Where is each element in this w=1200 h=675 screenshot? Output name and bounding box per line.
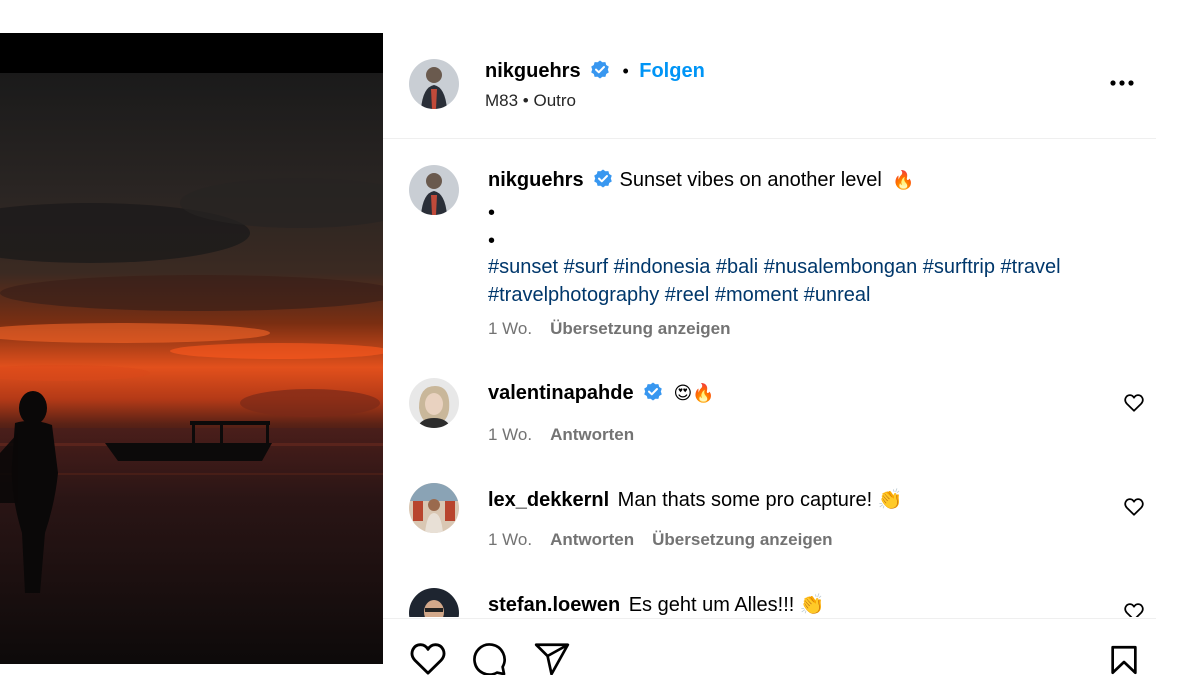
fire-emoji: 🔥 bbox=[892, 170, 915, 190]
more-options-icon[interactable] bbox=[1109, 79, 1135, 87]
comment-meta: 1 Wo. Antworten Übersetzung anzeigen bbox=[488, 530, 833, 550]
translate-link[interactable]: Übersetzung anzeigen bbox=[550, 319, 730, 338]
caption-username[interactable]: nikguehrs bbox=[488, 169, 584, 191]
comment-text: 😍🔥 bbox=[673, 383, 715, 403]
hashtag-line[interactable]: #sunset #surf #indonesia #bali #nusalemb… bbox=[488, 253, 1061, 281]
comment-icon[interactable] bbox=[470, 640, 508, 675]
hashtag-line[interactable]: #travelphotography #reel #moment #unreal bbox=[488, 281, 1061, 309]
commenter-avatar[interactable] bbox=[409, 483, 459, 533]
heart-icon[interactable] bbox=[1123, 392, 1145, 414]
reply-link[interactable]: Antworten bbox=[550, 530, 634, 549]
audio-track[interactable]: M83 • Outro bbox=[485, 91, 576, 111]
caption-hashtags: #sunset #surf #indonesia #bali #nusalemb… bbox=[488, 253, 1061, 309]
comment-text: Man thats some pro capture! 👏 bbox=[617, 489, 903, 511]
comment-username[interactable]: valentinapahde bbox=[488, 382, 634, 404]
action-bar bbox=[383, 618, 1156, 675]
comment-username[interactable]: stefan.loewen bbox=[488, 594, 620, 616]
header-separator: • bbox=[622, 61, 629, 81]
comment-meta: 1 Wo. Antworten bbox=[488, 425, 634, 445]
commenter-avatar[interactable] bbox=[409, 378, 459, 428]
heart-icon[interactable] bbox=[1123, 496, 1145, 518]
verified-badge-icon bbox=[594, 169, 612, 188]
comment-username[interactable]: lex_dekkernl bbox=[488, 489, 609, 511]
sunset-photo bbox=[0, 33, 383, 664]
commenter-avatar[interactable] bbox=[409, 588, 459, 617]
post-media[interactable] bbox=[0, 33, 383, 664]
caption-dot: • bbox=[488, 230, 496, 252]
comment-clip: stefan.loewen Es geht um Alles!!! 👏 bbox=[383, 573, 1156, 617]
post-time[interactable]: 1 Wo. bbox=[488, 319, 532, 338]
verified-badge-icon bbox=[591, 60, 609, 79]
bookmark-icon[interactable] bbox=[1107, 641, 1141, 675]
caption-avatar[interactable] bbox=[409, 165, 459, 215]
comment-time[interactable]: 1 Wo. bbox=[488, 530, 532, 549]
comment-text: Es geht um Alles!!! 👏 bbox=[628, 594, 825, 616]
caption-meta: 1 Wo. Übersetzung anzeigen bbox=[488, 319, 731, 339]
follow-button[interactable]: Folgen bbox=[639, 60, 705, 82]
author-username[interactable]: nikguehrs bbox=[485, 60, 581, 82]
heart-icon[interactable] bbox=[408, 639, 448, 675]
caption-dots: • • bbox=[488, 199, 495, 255]
heart-icon[interactable] bbox=[1123, 601, 1145, 617]
comment: lex_dekkernl Man thats some pro capture!… bbox=[488, 487, 903, 512]
post-details-panel: nikguehrs • Folgen M83 • Outro nikguehrs bbox=[383, 33, 1156, 675]
author-avatar[interactable] bbox=[409, 59, 459, 109]
caption-dot: • bbox=[488, 202, 496, 224]
caption: nikguehrs Sunset vibes on another level … bbox=[488, 169, 915, 192]
comment: valentinapahde 😍🔥 bbox=[488, 382, 715, 405]
caption-text: Sunset vibes on another level bbox=[619, 169, 882, 191]
post-header: nikguehrs • Folgen M83 • Outro bbox=[383, 33, 1156, 139]
comment: stefan.loewen Es geht um Alles!!! 👏 bbox=[488, 592, 825, 617]
reply-link[interactable]: Antworten bbox=[550, 425, 634, 444]
share-icon[interactable] bbox=[533, 640, 571, 675]
translate-link[interactable]: Übersetzung anzeigen bbox=[652, 530, 832, 549]
comment-time[interactable]: 1 Wo. bbox=[488, 425, 532, 444]
verified-badge-icon bbox=[644, 382, 662, 401]
